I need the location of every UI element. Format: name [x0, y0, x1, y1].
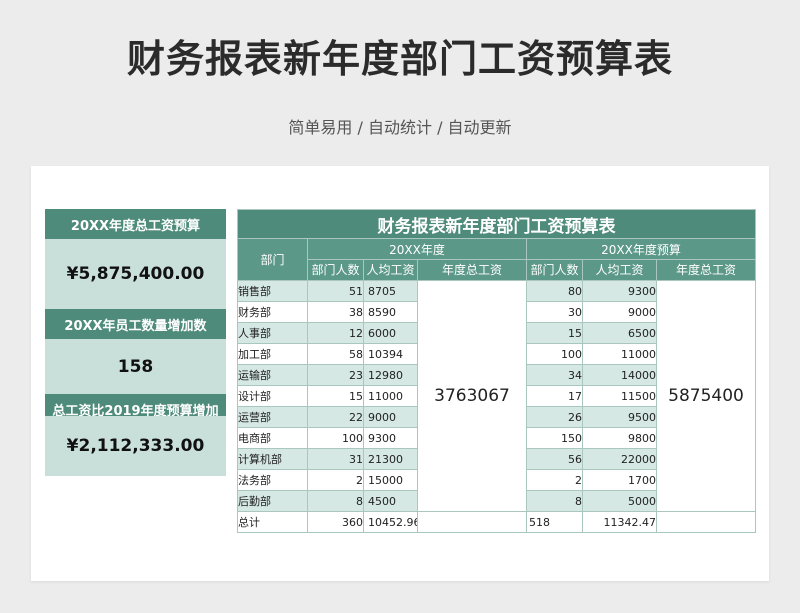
budget-avg-cell: 9500 — [582, 406, 657, 428]
current-headcount-cell: 15 — [307, 385, 364, 407]
budget-headcount-cell: 150 — [526, 427, 583, 449]
current-headcount-cell: 58 — [307, 343, 364, 365]
budget-avg-cell: 9000 — [582, 301, 657, 323]
col-header-avg-salary: 人均工资 — [363, 259, 418, 281]
budget-headcount-cell: 30 — [526, 301, 583, 323]
current-avg-cell: 11000 — [363, 385, 418, 407]
summary-budget-increase-value: ¥2,112,333.00 — [45, 416, 226, 476]
table-title: 财务报表新年度部门工资预算表 — [236, 209, 757, 239]
current-avg-cell: 9300 — [363, 427, 418, 449]
footer-budget-headcount: 518 — [526, 511, 583, 533]
page-title: 财务报表新年度部门工资预算表 — [126, 37, 673, 81]
group-header-current: 20XX年度 — [307, 238, 527, 260]
current-avg-cell: 4500 — [363, 490, 418, 512]
current-avg-cell: 6000 — [363, 322, 418, 344]
footer-current-avg: 10452.96 — [363, 511, 418, 533]
col-header-headcount: 部门人数 — [307, 259, 364, 281]
budget-avg-cell: 9300 — [582, 280, 657, 302]
col-header-annual-total: 年度总工资 — [417, 259, 527, 281]
current-headcount-cell: 23 — [307, 364, 364, 386]
budget-avg-cell: 9800 — [582, 427, 657, 449]
budget-annual-total: 5875400 — [655, 280, 757, 512]
budget-avg-cell: 5000 — [582, 490, 657, 512]
col-header-avg-salary: 人均工资 — [582, 259, 657, 281]
current-avg-cell: 12980 — [363, 364, 418, 386]
footer-current-headcount: 360 — [307, 511, 364, 533]
page-subtitle: 简单易用 / 自动统计 / 自动更新 — [288, 118, 512, 137]
budget-headcount-cell: 17 — [526, 385, 583, 407]
summary-headcount-increase-value: 158 — [45, 339, 226, 394]
col-header-annual-total: 年度总工资 — [655, 259, 757, 281]
budget-avg-cell: 11500 — [582, 385, 657, 407]
dept-cell: 财务部 — [237, 301, 308, 323]
budget-headcount-cell: 26 — [526, 406, 583, 428]
current-avg-cell: 21300 — [363, 448, 418, 470]
current-headcount-cell: 38 — [307, 301, 364, 323]
budget-headcount-cell: 15 — [526, 322, 583, 344]
budget-avg-cell: 22000 — [582, 448, 657, 470]
budget-headcount-cell: 56 — [526, 448, 583, 470]
col-header-headcount: 部门人数 — [526, 259, 583, 281]
summary-headcount-increase-label: 20XX年员工数量增加数 — [45, 309, 226, 339]
budget-avg-cell: 6500 — [582, 322, 657, 344]
dept-cell: 电商部 — [237, 427, 308, 449]
current-avg-cell: 9000 — [363, 406, 418, 428]
budget-headcount-cell: 2 — [526, 469, 583, 491]
summary-total-budget-label: 20XX年度总工资预算 — [45, 209, 226, 239]
dept-cell: 人事部 — [237, 322, 308, 344]
table-row: 销售部 51 8705 3763067 80 9300 5875400 — [237, 280, 757, 512]
dept-cell: 加工部 — [237, 343, 308, 365]
budget-headcount-cell: 80 — [526, 280, 583, 302]
budget-headcount-cell: 8 — [526, 490, 583, 512]
budget-table: 财务报表新年度部门工资预算表 部门 20XX年度 20XX年度预算 部门人数 人… — [236, 209, 757, 533]
current-headcount-cell: 12 — [307, 322, 364, 344]
budget-avg-cell: 1700 — [582, 469, 657, 491]
dept-cell: 设计部 — [237, 385, 308, 407]
table-footer-row: 总计 360 10452.96 518 11342.47 — [237, 511, 757, 533]
budget-avg-cell: 14000 — [582, 364, 657, 386]
dept-cell: 法务部 — [237, 469, 308, 491]
footer-budget-avg: 11342.47 — [582, 511, 657, 533]
summary-total-budget-value: ¥5,875,400.00 — [45, 239, 226, 309]
current-avg-cell: 8705 — [363, 280, 418, 302]
budget-headcount-cell: 34 — [526, 364, 583, 386]
current-headcount-cell: 22 — [307, 406, 364, 428]
current-headcount-cell: 2 — [307, 469, 364, 491]
dept-cell: 销售部 — [237, 280, 308, 302]
dept-cell: 运输部 — [237, 364, 308, 386]
budget-avg-cell: 11000 — [582, 343, 657, 365]
current-avg-cell: 15000 — [363, 469, 418, 491]
footer-budget-total-empty — [655, 511, 757, 533]
current-annual-total: 3763067 — [417, 280, 527, 512]
current-headcount-cell: 51 — [307, 280, 364, 302]
footer-current-total-empty — [417, 511, 527, 533]
group-header-budget: 20XX年度预算 — [525, 238, 757, 260]
dept-cell: 计算机部 — [237, 448, 308, 470]
current-headcount-cell: 31 — [307, 448, 364, 470]
current-headcount-cell: 100 — [307, 427, 364, 449]
dept-header: 部门 — [237, 238, 308, 281]
budget-headcount-cell: 100 — [526, 343, 583, 365]
report-card: 20XX年度总工资预算 ¥5,875,400.00 20XX年员工数量增加数 1… — [31, 166, 769, 581]
footer-total-label: 总计 — [237, 511, 308, 533]
current-headcount-cell: 8 — [307, 490, 364, 512]
current-avg-cell: 10394 — [363, 343, 418, 365]
dept-cell: 运营部 — [237, 406, 308, 428]
current-avg-cell: 8590 — [363, 301, 418, 323]
dept-cell: 后勤部 — [237, 490, 308, 512]
